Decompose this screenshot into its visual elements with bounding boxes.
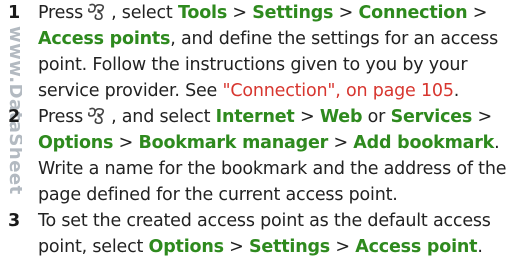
path-separator: > [299,107,315,127]
text-run: , and select [111,107,211,127]
step-2: 2 Press , and select Internet > Web or Se… [8,104,513,208]
text-run: service provider. See [38,81,218,101]
menu-key-icon [88,3,105,21]
menu-path-options: Options [148,237,224,257]
path-separator: > [477,107,493,127]
text-run: . [477,237,483,257]
menu-path-access-points: Access points [38,29,171,49]
step-line: Press , select Tools > Settings > Connect… [38,0,513,26]
menu-path-bookmark-manager: Bookmark manager [138,133,329,153]
text-run: . [494,133,500,153]
menu-path-settings: Settings [252,3,334,23]
text-run: or [367,107,386,127]
menu-path-tools: Tools [177,3,228,23]
step-number: 2 [8,107,21,127]
step-line: page defined for the current access poin… [38,185,398,205]
menu-path-access-point: Access point [355,237,478,257]
step-line: Write a name for the bookmark and the ad… [38,159,507,179]
step-text: Press , select Tools > Settings > Connect… [38,0,513,104]
path-separator: > [472,3,488,23]
text-run: point, select [38,237,144,257]
path-separator: > [333,133,348,153]
path-separator: > [232,3,247,23]
step-text: To set the created access point as the d… [38,208,513,260]
menu-key-icon [88,107,105,125]
text-run: Press [38,3,84,23]
step-line: Options > Bookmark manager > Add bookmar… [38,130,513,156]
step-number: 1 [8,3,21,23]
menu-path-web: Web [319,107,363,127]
text-run: . [453,81,460,101]
step-line: service provider. See "Connection", on p… [38,78,513,104]
path-separator: > [229,237,244,257]
menu-path-settings: Settings [249,237,331,257]
step-line: To set the created access point as the d… [38,211,491,231]
path-separator: > [118,133,134,153]
text-run: , select [111,3,173,23]
menu-path-options: Options [38,133,114,153]
step-number: 3 [8,211,21,231]
menu-path-connection: Connection [358,3,468,23]
text-run: Press [38,107,84,127]
step-1: 1 Press , select Tools > Settings > Conne… [8,0,513,104]
step-line: point, select Options > Settings > Acces… [38,234,513,260]
step-text: Press , and select Internet > Web or Serv… [38,104,513,208]
path-separator: > [335,237,350,257]
step-line: Press , and select Internet > Web or Serv… [38,104,513,130]
manual-page: www.DataSheet 1 Press, select Tools > Se… [0,0,518,267]
menu-path-add-bookmark: Add bookmark [353,133,495,153]
step-line: Access points, and define the settings f… [38,26,513,52]
menu-path-internet: Internet [215,107,295,127]
text-run: , and define the settings for an access [170,29,499,49]
step-line: point. Follow the instructions given to … [38,55,468,75]
cross-reference-link[interactable]: "Connection", on page 105 [223,81,454,101]
menu-path-services: Services [390,107,473,127]
path-separator: > [338,3,354,23]
step-3: 3 To set the created access point as the… [8,208,513,260]
